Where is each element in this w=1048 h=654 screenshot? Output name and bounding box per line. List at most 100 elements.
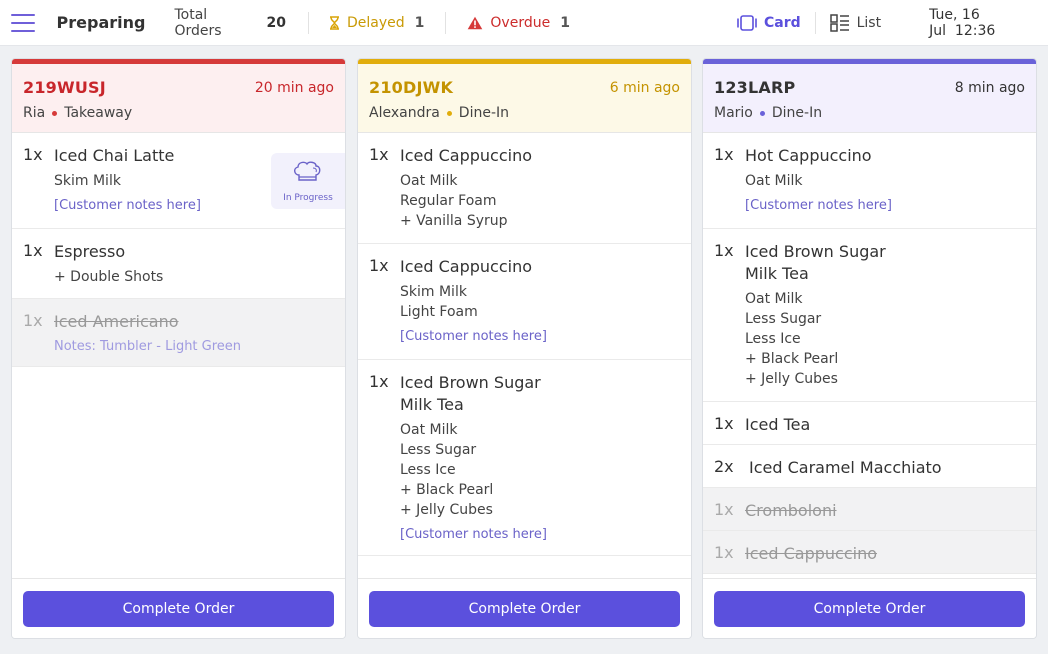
item-name: Iced Brown Sugar Milk Tea: [745, 241, 886, 285]
item-quantity: 1x: [23, 145, 43, 164]
item-name-line: Iced Brown Sugar: [400, 373, 541, 392]
order-id: 210DJWK: [369, 78, 454, 97]
item-modifier: Less Ice: [400, 462, 456, 478]
item-modifier: Less Ice: [745, 331, 801, 347]
order-card-footer: Complete Order: [12, 578, 345, 638]
order-id: 123LARP: [714, 78, 796, 97]
delayed-filter[interactable]: Delayed 1: [329, 15, 424, 31]
item-quantity: 1x: [23, 311, 43, 330]
badge-label: In Progress: [283, 192, 333, 203]
order-type: Dine-In: [771, 105, 823, 121]
order-item[interactable]: 1x Iced Brown Sugar Milk Tea Oat Milk Les…: [358, 360, 691, 556]
order-item-completed[interactable]: 1x Iced Americano Notes: Tumbler - Light…: [12, 299, 345, 367]
card-view-icon: [737, 14, 757, 31]
item-quantity: 1x: [369, 145, 389, 164]
item-name: Cromboloni: [745, 501, 837, 520]
item-name-line: Milk Tea: [745, 264, 809, 283]
item-modifier: Regular Foam: [400, 193, 497, 209]
order-item-completed[interactable]: 1x Cromboloni: [703, 488, 1036, 531]
item-modifier: Oat Milk: [400, 173, 458, 189]
in-progress-badge[interactable]: In Progress: [271, 153, 345, 209]
page-title: Preparing: [56, 13, 146, 32]
item-name: Iced Chai Latte: [54, 146, 175, 165]
separator-dot-icon: [446, 110, 452, 116]
order-card-header: 219WUSJ 20 min ago Ria Takeaway: [12, 59, 345, 133]
item-name: Hot Cappuccino: [745, 146, 872, 165]
item-quantity: 1x: [714, 414, 734, 433]
total-orders-label: Total Orders: [174, 6, 222, 39]
item-name: Iced Caramel Macchiato: [749, 458, 942, 477]
order-items: 1x Hot Cappuccino Oat Milk [Customer not…: [703, 133, 1036, 580]
item-quantity: 1x: [714, 500, 734, 519]
item-quantity: 1x: [23, 241, 43, 260]
item-modifier: + Jelly Cubes: [400, 502, 493, 518]
item-name: Iced Cappuccino: [400, 146, 532, 165]
order-elapsed-time: 8 min ago: [954, 79, 1025, 96]
item-modifier: Less Sugar: [745, 311, 822, 327]
card-view-toggle[interactable]: Card: [737, 15, 801, 31]
item-modifier: Light Foam: [400, 304, 478, 320]
complete-order-button[interactable]: Complete Order: [714, 590, 1025, 627]
order-type: Dine-In: [458, 105, 510, 121]
order-card: 219WUSJ 20 min ago Ria Takeaway 1x Iced …: [11, 58, 346, 639]
order-item[interactable]: 1x Iced Cappuccino Skim Milk Light Foam …: [358, 244, 691, 360]
item-quantity: 1x: [714, 543, 734, 562]
order-item[interactable]: 1x Iced Brown Sugar Milk Tea Oat Milk Les…: [703, 229, 1036, 402]
delayed-count: 1: [414, 14, 425, 31]
item-quantity: 2x: [714, 457, 734, 476]
hamburger-menu-icon[interactable]: [11, 13, 35, 32]
list-view-toggle[interactable]: List: [829, 13, 882, 32]
warning-icon: [467, 16, 483, 30]
total-orders-stat: Total Orders 20: [174, 7, 286, 39]
item-name: Iced Cappuccino: [745, 544, 877, 563]
separator-dot-icon: [52, 110, 58, 116]
item-name-line: Iced Brown Sugar: [745, 242, 886, 261]
current-datetime: Tue, 16 Jul 12:36: [929, 7, 1048, 39]
list-view-icon: [829, 13, 850, 32]
top-bar: Preparing Total Orders 20 Delayed 1 Over…: [0, 0, 1048, 46]
item-quantity: 1x: [369, 372, 389, 391]
list-view-label: List: [856, 14, 882, 31]
complete-order-button[interactable]: Complete Order: [369, 590, 680, 627]
item-modifier: Skim Milk: [400, 284, 467, 300]
order-item[interactable]: 2x Iced Caramel Macchiato: [703, 445, 1036, 488]
order-elapsed-time: 6 min ago: [609, 79, 680, 96]
order-item[interactable]: 1x Iced Cappuccino Oat Milk Regular Foam…: [358, 133, 691, 244]
chef-hat-icon: [290, 160, 326, 190]
customer-name: Alexandra: [369, 105, 440, 121]
item-modifier: + Jelly Cubes: [745, 371, 838, 387]
complete-order-button[interactable]: Complete Order: [23, 590, 334, 627]
item-name: Iced Brown Sugar Milk Tea: [400, 372, 541, 416]
order-item[interactable]: 1x Hot Cappuccino Oat Milk [Customer not…: [703, 133, 1036, 229]
order-card-header: 123LARP 8 min ago Mario Dine-In: [703, 59, 1036, 133]
item-modifier: + Black Pearl: [745, 351, 839, 367]
overdue-filter[interactable]: Overdue 1: [467, 15, 570, 31]
item-quantity: 1x: [714, 241, 734, 260]
order-id: 219WUSJ: [23, 78, 106, 97]
item-name: Iced Americano: [54, 312, 179, 331]
item-name-line: Milk Tea: [400, 395, 464, 414]
order-item[interactable]: 1x Iced Tea: [703, 402, 1036, 445]
divider: [445, 11, 447, 34]
customer-name: Ria: [23, 105, 46, 121]
item-note: Notes: Tumbler - Light Green: [54, 339, 242, 354]
item-name: Iced Cappuccino: [400, 257, 532, 276]
item-note: [Customer notes here]: [400, 527, 547, 542]
item-name: Espresso: [54, 242, 126, 261]
divider: [308, 11, 310, 34]
item-name: Iced Tea: [745, 415, 811, 434]
item-modifier: Oat Milk: [400, 422, 458, 438]
order-item-completed[interactable]: 1x Iced Cappuccino: [703, 531, 1036, 574]
total-orders-count: 20: [266, 14, 287, 31]
order-item[interactable]: 1x Espresso + Double Shots: [12, 229, 345, 299]
order-items: 1x Iced Cappuccino Oat Milk Regular Foam…: [358, 133, 691, 580]
separator-dot-icon: [759, 110, 765, 116]
order-card-header: 210DJWK 6 min ago Alexandra Dine-In: [358, 59, 691, 133]
order-item[interactable]: 1x Iced Chai Latte Skim Milk [Customer n…: [12, 133, 345, 229]
hourglass-icon: [329, 15, 340, 30]
card-view-label: Card: [763, 14, 801, 31]
item-modifier: Oat Milk: [745, 173, 803, 189]
order-card: 123LARP 8 min ago Mario Dine-In 1x Hot C…: [702, 58, 1037, 639]
current-time: 12:36: [954, 22, 996, 39]
item-modifier: + Vanilla Syrup: [400, 213, 508, 229]
